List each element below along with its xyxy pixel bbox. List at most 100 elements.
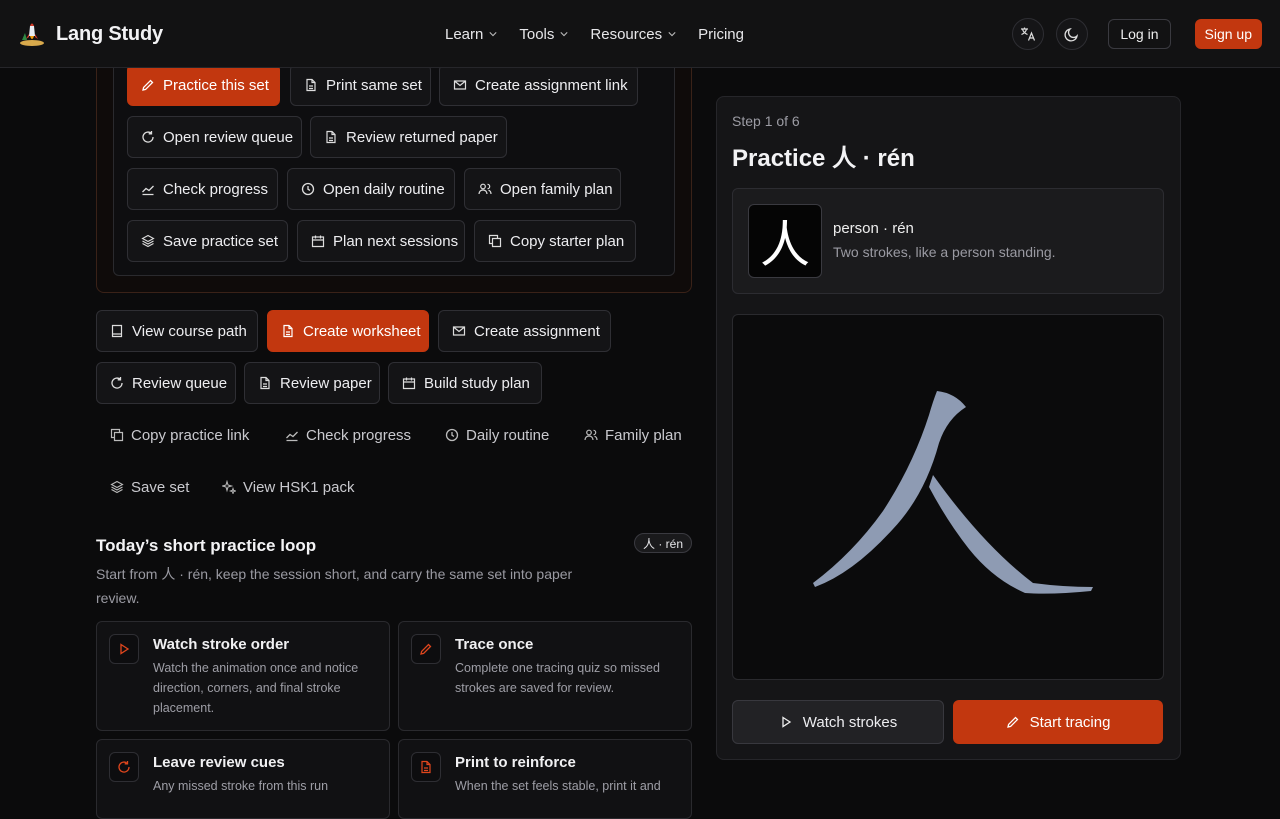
daily-routine-label: Open daily routine xyxy=(323,180,445,198)
start-tracing-label: Start tracing xyxy=(1029,713,1111,731)
daily-routine-button[interactable]: Open daily routine xyxy=(287,168,455,210)
stroke-canvas[interactable] xyxy=(732,314,1164,680)
menu-pricing-label: Pricing xyxy=(698,25,744,43)
menu-tools[interactable]: Tools xyxy=(519,26,569,43)
calendar-icon xyxy=(402,377,416,390)
moon-icon xyxy=(1064,27,1079,42)
stroke-na xyxy=(929,475,1093,594)
loop-card-desc: Watch the animation once and notice dire… xyxy=(153,661,359,715)
language-button[interactable] xyxy=(1012,18,1045,50)
chevron-down-icon xyxy=(560,32,569,37)
plan-sessions-label: Plan next sessions xyxy=(333,232,459,250)
create-worksheet-label: Create worksheet xyxy=(303,322,421,340)
build-study-plan-button[interactable]: Build study plan xyxy=(388,362,542,404)
save-practice-set-label: Save practice set xyxy=(163,232,279,250)
sparkles-icon xyxy=(222,480,236,494)
menu-learn[interactable]: Learn xyxy=(445,26,497,43)
copy-starter-plan-button[interactable]: Copy starter plan xyxy=(474,220,636,262)
loop-card-desc: Any missed stroke from this run xyxy=(153,779,329,793)
menu-resources[interactable]: Resources xyxy=(590,26,676,43)
save-set-link[interactable]: Save set xyxy=(110,471,189,503)
family-plan-button[interactable]: Open family plan xyxy=(464,168,621,210)
course-path-button[interactable]: View course path xyxy=(96,310,258,352)
play-icon xyxy=(782,716,791,728)
course-path-label: View course path xyxy=(132,322,247,340)
chart-line-icon xyxy=(142,185,154,196)
review-paper-short-button[interactable]: Review paper xyxy=(244,362,380,404)
clock-icon xyxy=(445,428,459,442)
plan-sessions-button[interactable]: Plan next sessions xyxy=(297,220,465,262)
menu-resources-label: Resources xyxy=(590,25,663,43)
layers-icon xyxy=(141,234,155,248)
review-queue-label: Open review queue xyxy=(163,128,294,146)
practice-set-label: Practice this set xyxy=(163,76,269,94)
watch-strokes-label: Watch strokes xyxy=(802,713,898,731)
play-icon xyxy=(109,634,139,664)
refresh-icon xyxy=(111,377,123,389)
menu-learn-label: Learn xyxy=(445,25,484,43)
character-badge: 人 · rén xyxy=(634,533,693,553)
rocket-island-icon xyxy=(18,20,46,48)
check-progress-label: Check progress xyxy=(163,180,269,198)
brand-logo[interactable]: Lang Study xyxy=(18,20,163,48)
review-queue-button[interactable]: Open review queue xyxy=(127,116,302,158)
theme-toggle[interactable] xyxy=(1056,18,1089,50)
layers-icon xyxy=(110,480,124,494)
review-queue-short-label: Review queue xyxy=(132,374,228,392)
mail-icon xyxy=(452,326,466,336)
review-paper-button[interactable]: Review returned paper xyxy=(310,116,507,158)
loop-card-title: Trace once xyxy=(455,636,534,653)
assignment-link-button[interactable]: Create assignment link xyxy=(439,64,638,106)
copy-practice-link-label: Copy practice link xyxy=(131,426,250,444)
loop-card-trace[interactable]: Trace once Complete one tracing quiz so … xyxy=(398,621,692,731)
pencil-icon xyxy=(1006,716,1018,728)
assignment-link-label: Create assignment link xyxy=(475,76,628,94)
copy-practice-link[interactable]: Copy practice link xyxy=(110,419,249,451)
build-study-plan-label: Build study plan xyxy=(424,374,530,392)
mail-icon xyxy=(453,80,467,90)
chart-line-icon xyxy=(286,431,298,442)
copy-icon xyxy=(488,234,502,248)
check-progress-link-label: Check progress xyxy=(306,426,412,444)
practice-set-button[interactable]: Practice this set xyxy=(127,64,280,106)
document-icon xyxy=(306,78,316,92)
signup-button[interactable]: Sign up xyxy=(1194,19,1262,49)
login-button[interactable]: Log in xyxy=(1108,19,1171,49)
top-navbar: Lang Study Learn Tools Resources Pricing… xyxy=(0,0,1280,68)
create-assignment-button[interactable]: Create assignment xyxy=(438,310,611,352)
users-icon xyxy=(478,183,492,195)
practice-loop-description: Start from 人 · rén, keep the session sho… xyxy=(96,566,573,606)
review-queue-short-button[interactable]: Review queue xyxy=(96,362,236,404)
check-progress-button[interactable]: Check progress xyxy=(127,168,278,210)
loop-card-watch[interactable]: Watch stroke order Watch the animation o… xyxy=(96,621,390,731)
start-tracing-button[interactable]: Start tracing xyxy=(953,700,1163,744)
chevron-down-icon xyxy=(489,32,497,37)
loop-card-desc: Complete one tracing quiz so missed stro… xyxy=(455,661,660,695)
save-practice-set-button[interactable]: Save practice set xyxy=(127,220,288,262)
family-plan-label: Open family plan xyxy=(500,180,613,198)
pencil-icon xyxy=(411,634,441,664)
daily-routine-link-label: Daily routine xyxy=(466,426,550,444)
document-icon xyxy=(326,130,336,144)
family-plan-link[interactable]: Family plan xyxy=(584,419,682,451)
refresh-icon xyxy=(109,752,139,782)
loop-card-review[interactable]: Leave review cues Any missed stroke from… xyxy=(96,739,390,819)
character-meaning: person · rén xyxy=(833,220,914,237)
create-assignment-label: Create assignment xyxy=(474,322,600,340)
brand-name: Lang Study xyxy=(56,22,163,45)
book-icon xyxy=(111,324,123,338)
practice-loop-title: Today’s short practice loop xyxy=(96,536,317,555)
create-worksheet-button[interactable]: Create worksheet xyxy=(267,310,429,352)
family-plan-link-label: Family plan xyxy=(605,426,682,444)
loop-card-desc: When the set feels stable, print it and xyxy=(455,779,661,793)
daily-routine-link[interactable]: Daily routine xyxy=(445,419,549,451)
character-glyph: 人 xyxy=(748,204,822,278)
main-menu: Learn Tools Resources Pricing xyxy=(445,0,744,68)
hsk1-pack-link[interactable]: View HSK1 pack xyxy=(222,471,354,503)
menu-pricing[interactable]: Pricing xyxy=(698,26,744,43)
print-set-button[interactable]: Print same set xyxy=(290,64,431,106)
loop-card-print[interactable]: Print to reinforce When the set feels st… xyxy=(398,739,692,819)
watch-strokes-button[interactable]: Watch strokes xyxy=(732,700,944,744)
check-progress-link[interactable]: Check progress xyxy=(285,419,411,451)
clock-icon xyxy=(301,182,315,196)
